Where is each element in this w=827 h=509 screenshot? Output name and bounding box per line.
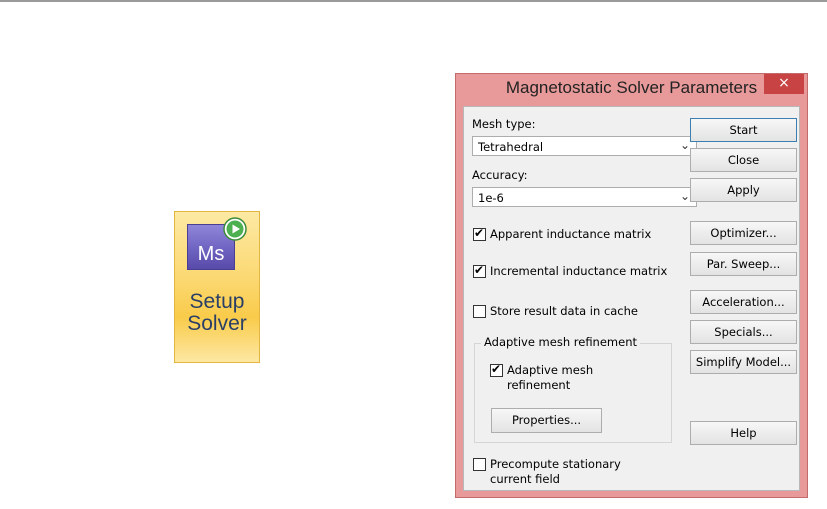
play-icon [223,217,247,241]
checkbox-unchecked-icon[interactable] [473,458,486,471]
adaptive-mesh-label-line1: Adaptive mesh [507,363,594,377]
title-bar[interactable]: Magnetostatic Solver Parameters × [456,74,807,106]
apparent-inductance-label: Apparent inductance matrix [490,227,652,241]
par-sweep-button[interactable]: Par. Sweep... [690,252,797,276]
checkbox-unchecked-icon[interactable] [473,305,486,318]
mesh-type-select[interactable]: Tetrahedral ⌄ [472,136,697,156]
adaptive-mesh-label-line2: refinement [507,378,571,392]
mesh-type-value: Tetrahedral [478,140,544,154]
simplify-model-button[interactable]: Simplify Model... [690,350,797,374]
accuracy-label: Accuracy: [472,168,528,182]
chevron-down-icon: ⌄ [679,138,690,152]
adaptive-mesh-group: Adaptive mesh refinement ✔ Adaptive mesh… [474,335,672,443]
start-button[interactable]: Start [690,118,797,142]
incremental-inductance-label: Incremental inductance matrix [490,264,668,278]
chevron-down-icon: ⌄ [679,189,690,203]
store-cache-label: Store result data in cache [490,304,638,318]
solver-parameters-dialog: Magnetostatic Solver Parameters × Mesh t… [455,73,808,498]
help-button[interactable]: Help [690,421,797,445]
optimizer-button[interactable]: Optimizer... [690,221,797,245]
precompute-field-label: Precompute stationary current field [490,457,621,487]
mesh-type-label: Mesh type: [472,117,536,131]
store-cache-checkbox[interactable]: Store result data in cache [473,304,638,319]
checkbox-checked-icon[interactable]: ✔ [490,362,503,377]
properties-button[interactable]: Properties... [491,408,602,433]
precompute-label-line2: current field [490,472,560,486]
ms-icon-text: Ms [197,243,225,265]
close-icon[interactable]: × [764,74,804,94]
specials-button[interactable]: Specials... [690,320,797,344]
checkbox-checked-icon[interactable]: ✔ [473,263,486,278]
apply-button[interactable]: Apply [690,178,797,202]
checkbox-checked-icon[interactable]: ✔ [473,226,486,241]
adaptive-mesh-checkbox[interactable]: ✔ Adaptive mesh refinement [490,362,593,393]
dialog-title: Magnetostatic Solver Parameters [505,78,758,97]
precompute-field-checkbox[interactable]: Precompute stationary current field [473,457,621,487]
apparent-inductance-checkbox[interactable]: ✔ Apparent inductance matrix [473,226,652,242]
incremental-inductance-checkbox[interactable]: ✔ Incremental inductance matrix [473,263,668,279]
setup-solver-button[interactable]: Ms Setup Solver [174,211,260,363]
dialog-client-area: Mesh type: Tetrahedral ⌄ Accuracy: 1e-6 … [463,106,800,491]
adaptive-mesh-label: Adaptive mesh refinement [507,363,593,393]
accuracy-value: 1e-6 [478,191,504,205]
acceleration-button[interactable]: Acceleration... [690,290,797,314]
accuracy-select[interactable]: 1e-6 ⌄ [472,187,697,207]
ribbon-label-line2: Solver [187,312,247,335]
ribbon-label-line1: Setup [189,290,245,313]
adaptive-mesh-group-title: Adaptive mesh refinement [481,335,640,349]
top-divider [0,0,827,2]
close-button[interactable]: Close [690,148,797,172]
precompute-label-line1: Precompute stationary [490,457,621,471]
